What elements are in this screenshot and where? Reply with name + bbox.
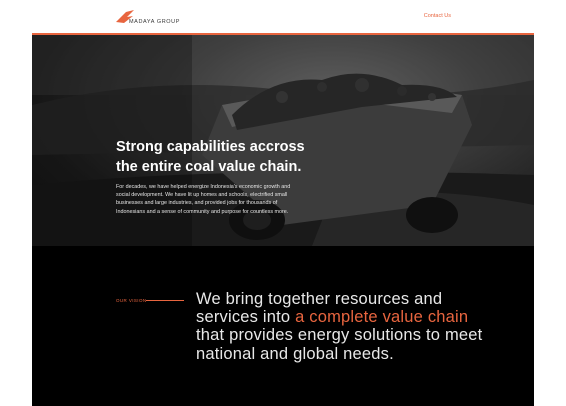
vision-section: OUR VISION We bring together resources a… [32, 246, 534, 406]
vision-text-accent: a complete value chain [295, 308, 469, 327]
brand-name: MADAYA GROUP [129, 19, 181, 25]
hero-title-line-2: the entire coal value chain. [116, 159, 302, 175]
site-header: MADAYA GROUP Contact Us [0, 0, 566, 35]
contact-us-link[interactable]: Contact Us [424, 13, 451, 19]
hero-section: Strong capabilities accross the entire c… [32, 35, 534, 246]
vision-divider [146, 300, 184, 301]
hero-description: For decades, we have helped energize Ind… [116, 184, 291, 215]
vision-text-end: that provides energy solutions to meet n… [196, 326, 483, 363]
hero-title: Strong capabilities accross the entire c… [116, 137, 356, 177]
vision-label: OUR VISION [116, 298, 147, 303]
vision-statement: We bring together resources and services… [196, 290, 496, 363]
hero-title-line-1: Strong capabilities accross [116, 139, 305, 155]
